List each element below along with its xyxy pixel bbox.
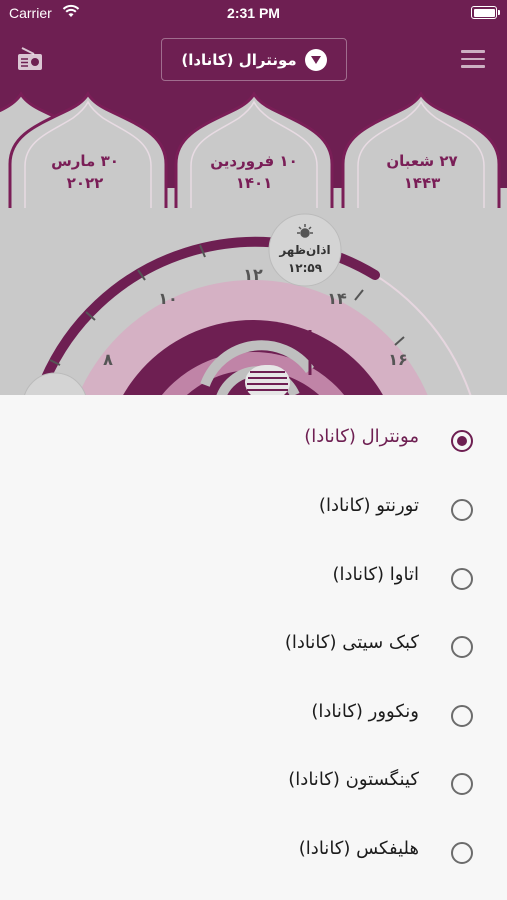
- radio-button[interactable]: [451, 430, 473, 452]
- hour-label: ۸: [103, 350, 113, 369]
- radio-button[interactable]: [451, 568, 473, 590]
- hour-label: ۱۶: [388, 350, 408, 369]
- battery-icon: [471, 6, 500, 19]
- radio-button[interactable]: [451, 705, 473, 727]
- gregorian-date: ۳۰ مارس ۲۰۲۲: [51, 152, 119, 192]
- city-selector-button[interactable]: مونترال (کانادا): [161, 38, 347, 81]
- city-option-vancouver[interactable]: ونکوور (کانادا): [0, 685, 507, 745]
- chevron-down-icon: [304, 48, 327, 71]
- city-option-label: تورنتو (کانادا): [318, 495, 419, 516]
- hour-label: ۱۲: [243, 265, 263, 284]
- status-bar: Carrier 2:31 PM: [0, 0, 507, 28]
- city-option-label: ونکوور (کانادا): [311, 701, 419, 722]
- prayer-name: اذان‌ظهر: [278, 243, 330, 257]
- city-option-kingston[interactable]: کینگستون (کانادا): [0, 753, 507, 813]
- city-option-quebec-city[interactable]: کبک سیتی (کانادا): [0, 616, 507, 676]
- city-option-halifax[interactable]: هلیفکس (کانادا): [0, 822, 507, 882]
- radio-button[interactable]: [451, 499, 473, 521]
- city-option-label: هلیفکس (کانادا): [298, 838, 419, 859]
- hour-label: ۱۴: [327, 289, 347, 308]
- solar-date: ۱۰ فروردین ۱۴۰۱: [210, 152, 298, 192]
- clock: 2:31 PM: [227, 5, 280, 21]
- city-picker-sheet: مونترال (کانادا) تورنتو (کانادا) اتاوا (…: [0, 395, 507, 900]
- hour-label: ۱۰: [158, 289, 178, 308]
- city-option-label: کینگستون (کانادا): [288, 769, 419, 790]
- city-option-label: اتاوا (کانادا): [332, 564, 419, 585]
- city-option-toronto[interactable]: تورنتو (کانادا): [0, 479, 507, 539]
- city-option-ottawa[interactable]: اتاوا (کانادا): [0, 548, 507, 608]
- hijri-date: ۲۷ شعبان ۱۴۴۳: [386, 152, 458, 192]
- hamburger-menu-icon[interactable]: [461, 50, 485, 68]
- prayer-time: ۱۲:۵۹: [288, 261, 323, 275]
- radio-button[interactable]: [451, 773, 473, 795]
- header-area: ۲۷ شعبان ۱۴۴۳ ۱۰ فروردین ۱۴۰۱ ۳۰ مارس ۲۰…: [0, 0, 507, 395]
- radio-icon[interactable]: [16, 46, 44, 72]
- radio-button[interactable]: [451, 842, 473, 864]
- radio-button[interactable]: [451, 636, 473, 658]
- nav-bar: مونترال (کانادا): [0, 36, 507, 84]
- prayer-dial: ۱۲ ۱۰ ۸ ۱۴ ۱۶ اذان‌ظهر ۱۲:۵۹: [24, 213, 472, 395]
- city-option-montreal[interactable]: مونترال (کانادا): [0, 410, 507, 470]
- city-selector-label: مونترال (کانادا): [181, 50, 297, 69]
- city-option-label: کبک سیتی (کانادا): [284, 632, 419, 653]
- city-option-label: مونترال (کانادا): [304, 426, 419, 447]
